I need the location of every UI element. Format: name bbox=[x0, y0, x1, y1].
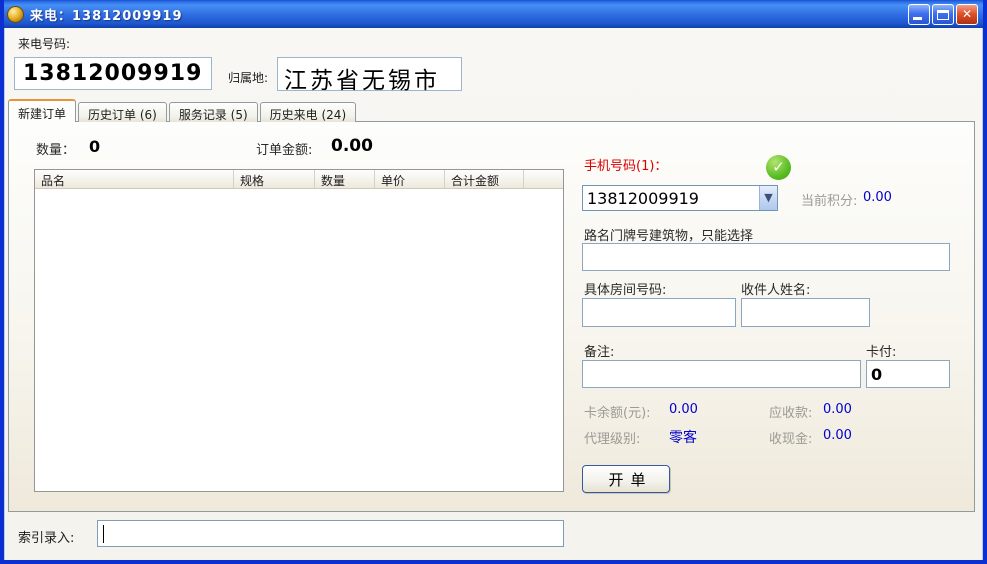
titlebar[interactable]: 来电：13812009919 ✕ bbox=[0, 0, 987, 28]
recipient-name-input[interactable] bbox=[741, 298, 870, 327]
tab-service-records[interactable]: 服务记录 (5) bbox=[169, 102, 258, 122]
receivable-label: 应收款: bbox=[769, 402, 812, 421]
mobile-number-selected-value: 13812009919 bbox=[583, 186, 759, 210]
tab-new-order[interactable]: 新建订单 bbox=[8, 99, 76, 122]
points-value: 0.00 bbox=[863, 190, 892, 205]
index-entry-input[interactable] bbox=[104, 523, 559, 544]
tab-bar: 新建订单 历史订单 (6) 服务记录 (5) 历史来电 (24) bbox=[8, 99, 358, 122]
receivable-value: 0.00 bbox=[823, 402, 852, 417]
minimize-button[interactable] bbox=[908, 4, 930, 25]
app-icon bbox=[7, 6, 24, 23]
new-order-panel: 数量： 0 订单金额: 0.00 品名 规格 数量 单价 合计金额 手机号码(1… bbox=[8, 121, 975, 512]
window-content: 来电号码: 13812009919 归属地: 江苏省无锡市 新建订单 历史订单 … bbox=[4, 28, 983, 560]
recipient-name-label: 收件人姓名: bbox=[741, 279, 810, 298]
column-header-product[interactable]: 品名 bbox=[35, 170, 234, 188]
quantity-label: 数量： bbox=[36, 139, 75, 158]
agent-level-label: 代理级别: bbox=[584, 428, 640, 447]
tab-history-orders[interactable]: 历史订单 (6) bbox=[78, 102, 167, 122]
verified-check-icon: ✓ bbox=[766, 155, 791, 180]
remark-label: 备注: bbox=[584, 341, 614, 360]
points-label: 当前积分: bbox=[801, 190, 857, 209]
mobile-number-label: 手机号码(1)： bbox=[584, 155, 667, 174]
close-icon: ✕ bbox=[957, 7, 977, 21]
column-header-unit-price[interactable]: 单价 bbox=[375, 170, 445, 188]
card-balance-value: 0.00 bbox=[669, 402, 698, 417]
card-pay-input[interactable] bbox=[866, 360, 950, 388]
card-pay-label: 卡付: bbox=[866, 341, 896, 360]
caller-number-label: 来电号码: bbox=[18, 35, 70, 52]
amount-value: 0.00 bbox=[331, 136, 373, 156]
address-input[interactable] bbox=[582, 243, 950, 271]
room-number-input[interactable] bbox=[582, 298, 736, 327]
column-header-quantity[interactable]: 数量 bbox=[315, 170, 375, 188]
chevron-down-icon[interactable]: ▼ bbox=[759, 186, 777, 210]
minimize-icon bbox=[913, 17, 922, 20]
column-header-filler bbox=[524, 170, 563, 188]
remark-input[interactable] bbox=[582, 360, 861, 388]
quantity-value: 0 bbox=[89, 137, 100, 156]
tab-history-calls[interactable]: 历史来电 (24) bbox=[260, 102, 356, 122]
address-label: 路名门牌号建筑物，只能选择 bbox=[584, 225, 753, 244]
app-window: 来电：13812009919 ✕ 来电号码: 13812009919 归属地: … bbox=[0, 0, 987, 564]
room-number-label: 具体房间号码: bbox=[584, 279, 666, 298]
caller-number-value: 13812009919 bbox=[14, 57, 212, 90]
maximize-button[interactable] bbox=[932, 4, 954, 25]
maximize-icon bbox=[937, 10, 949, 20]
mobile-number-select[interactable]: 13812009919 ▼ bbox=[582, 185, 778, 211]
card-balance-label: 卡余额(元): bbox=[584, 402, 651, 421]
window-controls: ✕ bbox=[908, 4, 978, 25]
amount-label: 订单金额: bbox=[256, 139, 312, 158]
window-title: 来电：13812009919 bbox=[30, 5, 183, 24]
create-order-button[interactable]: 开单 bbox=[582, 465, 670, 493]
index-entry-field bbox=[97, 520, 564, 547]
agent-level-value[interactable]: 零客 bbox=[669, 427, 697, 447]
column-header-total[interactable]: 合计金额 bbox=[445, 170, 524, 188]
cash-label: 收现金: bbox=[769, 428, 812, 447]
caller-location-label: 归属地: bbox=[228, 69, 268, 86]
table-header-row: 品名 规格 数量 单价 合计金额 bbox=[35, 170, 563, 189]
index-entry-label: 索引录入: bbox=[18, 527, 74, 546]
cash-value: 0.00 bbox=[823, 428, 852, 443]
close-button[interactable]: ✕ bbox=[956, 4, 978, 25]
column-header-spec[interactable]: 规格 bbox=[234, 170, 315, 188]
caller-location-value: 江苏省无锡市 bbox=[277, 57, 462, 91]
order-items-table[interactable]: 品名 规格 数量 单价 合计金额 bbox=[34, 169, 564, 492]
